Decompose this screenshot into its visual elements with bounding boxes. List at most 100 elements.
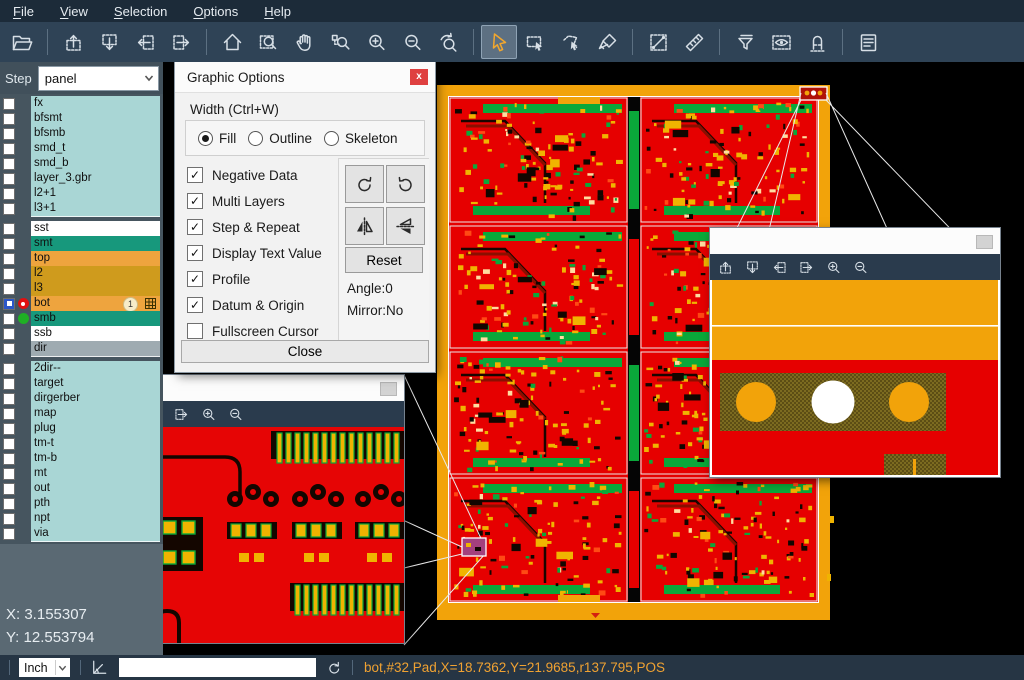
box-down-button[interactable]: [739, 256, 766, 279]
layer-visibility-checkbox[interactable]: [3, 203, 15, 215]
cursor-button[interactable]: [481, 25, 517, 59]
box-right-button[interactable]: [168, 403, 195, 426]
step-dropdown[interactable]: panel: [38, 66, 159, 91]
box-right-button[interactable]: [163, 25, 199, 59]
window-button[interactable]: [380, 382, 397, 396]
brush-button[interactable]: [589, 25, 625, 59]
pan-hand-button[interactable]: [286, 25, 322, 59]
eye-button[interactable]: [763, 25, 799, 59]
layer-visibility-checkbox[interactable]: [3, 393, 15, 405]
menu-options[interactable]: Options: [180, 0, 251, 22]
layer-row-mt[interactable]: mt: [0, 466, 160, 481]
layer-row-l3+1[interactable]: l3+1: [0, 201, 160, 216]
menu-help[interactable]: Help: [251, 0, 304, 22]
zoom-in-button[interactable]: [195, 403, 222, 426]
zoom-in-button[interactable]: [358, 25, 394, 59]
layer-visibility-checkbox[interactable]: [3, 173, 15, 185]
layer-visibility-checkbox[interactable]: [3, 483, 15, 495]
layer-visibility-checkbox[interactable]: [3, 253, 15, 265]
layer-row-fx[interactable]: fx: [0, 96, 160, 111]
radio-fill[interactable]: Fill: [198, 131, 236, 146]
layer-row-bot[interactable]: bot1: [0, 296, 160, 311]
layer-row-via[interactable]: via: [0, 526, 160, 541]
magnet-button[interactable]: [799, 25, 835, 59]
zoom-window-2[interactable]: [710, 228, 1000, 477]
zoom-window-button[interactable]: [250, 25, 286, 59]
layer-row-smt[interactable]: smt: [0, 236, 160, 251]
dialog-titlebar[interactable]: Graphic Options x: [175, 62, 435, 93]
filter-button[interactable]: [727, 25, 763, 59]
layer-visibility-checkbox[interactable]: [3, 98, 15, 110]
zoom-out-button[interactable]: [394, 25, 430, 59]
layer-visibility-checkbox[interactable]: [3, 408, 15, 420]
checkbox-multi-layers[interactable]: ✓Multi Layers: [187, 188, 322, 214]
layer-row-smd_b[interactable]: smd_b: [0, 156, 160, 171]
layer-visibility-checkbox[interactable]: [3, 313, 15, 325]
layer-row-smb[interactable]: smb: [0, 311, 160, 326]
close-icon[interactable]: x: [410, 69, 428, 85]
layer-visibility-checkbox[interactable]: [3, 528, 15, 540]
box-up-button[interactable]: [712, 256, 739, 279]
refresh-icon[interactable]: [325, 659, 343, 677]
angle-mode-icon[interactable]: [90, 658, 109, 677]
layer-visibility-checkbox[interactable]: [3, 128, 15, 140]
checkbox-datum-origin[interactable]: ✓Datum & Origin: [187, 292, 322, 318]
radio-skeleton[interactable]: Skeleton: [324, 131, 398, 146]
menu-view[interactable]: View: [47, 0, 101, 22]
layer-row-dirgerber[interactable]: dirgerber: [0, 391, 160, 406]
close-button[interactable]: Close: [181, 340, 429, 363]
layer-visibility-checkbox[interactable]: [3, 468, 15, 480]
layer-row-npt[interactable]: npt: [0, 511, 160, 526]
command-input[interactable]: [119, 658, 316, 677]
layer-row-sst[interactable]: sst: [0, 221, 160, 236]
layer-visibility-checkbox[interactable]: [3, 268, 15, 280]
layer-row-bfsmt[interactable]: bfsmt: [0, 111, 160, 126]
radio-outline[interactable]: Outline: [248, 131, 312, 146]
box-down-button[interactable]: [91, 25, 127, 59]
zoom-out-button[interactable]: [222, 403, 249, 426]
layer-visibility-checkbox[interactable]: [3, 223, 15, 235]
layer-row-l2+1[interactable]: l2+1: [0, 186, 160, 201]
checkbox-profile[interactable]: ✓Profile: [187, 266, 322, 292]
home-button[interactable]: [214, 25, 250, 59]
layer-visibility-checkbox[interactable]: [3, 238, 15, 250]
box-left-button[interactable]: [766, 256, 793, 279]
layer-visibility-checkbox[interactable]: [3, 113, 15, 125]
layer-row-tm-t[interactable]: tm-t: [0, 436, 160, 451]
layer-row-l2[interactable]: l2: [0, 266, 160, 281]
layer-row-out[interactable]: out: [0, 481, 160, 496]
zoom-prev-button[interactable]: [430, 25, 466, 59]
layer-visibility-checkbox[interactable]: [3, 363, 15, 375]
layer-visibility-checkbox[interactable]: [3, 283, 15, 295]
layer-visibility-checkbox[interactable]: [3, 143, 15, 155]
layer-visibility-checkbox[interactable]: [3, 343, 15, 355]
unit-dropdown[interactable]: Inch: [19, 658, 70, 677]
zoom-in-button[interactable]: [820, 256, 847, 279]
layer-visibility-checkbox[interactable]: [3, 158, 15, 170]
layer-row-map[interactable]: map: [0, 406, 160, 421]
menu-file[interactable]: File: [0, 0, 47, 22]
box-right-button[interactable]: [793, 256, 820, 279]
mirror-v-button[interactable]: [386, 207, 425, 245]
layer-row-bfsmb[interactable]: bfsmb: [0, 126, 160, 141]
select-rect-button[interactable]: [517, 25, 553, 59]
layer-row-tm-b[interactable]: tm-b: [0, 451, 160, 466]
zoom-object-button[interactable]: [322, 25, 358, 59]
reset-button[interactable]: Reset: [345, 247, 423, 273]
layer-row-l3[interactable]: l3: [0, 281, 160, 296]
menu-selection[interactable]: Selection: [101, 0, 180, 22]
rotate-ccw-button[interactable]: [386, 165, 425, 203]
layer-visibility-checkbox[interactable]: [3, 298, 15, 310]
layer-row-smd_t[interactable]: smd_t: [0, 141, 160, 156]
layer-visibility-checkbox[interactable]: [3, 513, 15, 525]
report-button[interactable]: [850, 25, 886, 59]
box-up-button[interactable]: [55, 25, 91, 59]
layer-row-target[interactable]: target: [0, 376, 160, 391]
layer-row-pth[interactable]: pth: [0, 496, 160, 511]
zoom-out-button[interactable]: [847, 256, 874, 279]
ruler-button[interactable]: [676, 25, 712, 59]
layer-row-plug[interactable]: plug: [0, 421, 160, 436]
layer-row-dir[interactable]: dir: [0, 341, 160, 356]
measure-button[interactable]: [640, 25, 676, 59]
layer-row-2dir--[interactable]: 2dir--: [0, 361, 160, 376]
